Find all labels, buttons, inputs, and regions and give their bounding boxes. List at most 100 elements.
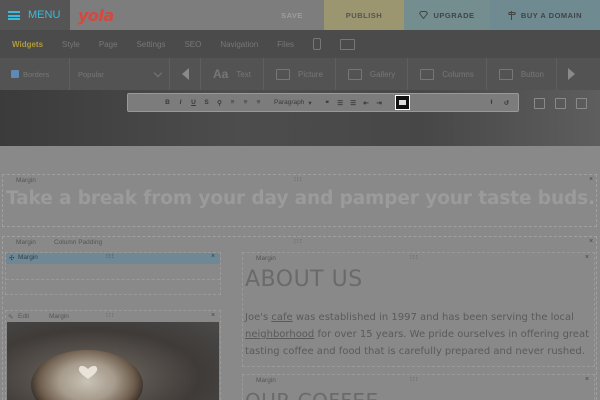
drag-handle-icon[interactable]: ⁝⁝⁝ <box>294 238 303 245</box>
strikethrough-icon[interactable]: S <box>203 99 210 106</box>
yola-logo: yola <box>78 5 114 25</box>
margin-label[interactable]: Margin <box>256 377 276 384</box>
our-coffee-heading[interactable]: OUR COFFEE <box>245 389 379 400</box>
tab-settings[interactable]: Settings <box>137 40 166 49</box>
insert-image-icon[interactable] <box>394 95 410 110</box>
margin-label[interactable]: Margin <box>49 313 69 320</box>
buy-domain-button[interactable]: BUY A DOMAIN <box>490 0 600 30</box>
scroll-right-button[interactable] <box>555 58 586 90</box>
column-padding-label[interactable]: Column Padding <box>54 239 102 246</box>
edit-label[interactable]: Edit <box>18 313 29 320</box>
top-bar: MENU yola SAVE PUBLISH UPGRADE BUY A DOM… <box>0 0 600 30</box>
chevron-down-icon <box>153 68 163 77</box>
widget-text[interactable]: Aa Text <box>200 58 263 90</box>
signpost-icon <box>508 10 516 20</box>
button-icon <box>498 68 513 80</box>
drag-handle-icon[interactable]: ⁝⁝⁝ <box>410 254 419 261</box>
menu-button[interactable]: MENU <box>0 0 70 30</box>
about-text-part: was established in 1997 and has been ser… <box>292 312 574 323</box>
tab-navigation[interactable]: Navigation <box>220 40 258 49</box>
about-heading[interactable]: ABOUT US <box>245 267 363 292</box>
publish-button[interactable]: PUBLISH <box>324 0 404 30</box>
text-aa-icon: Aa <box>213 67 229 81</box>
margin-label[interactable]: Margin <box>16 177 36 184</box>
desktop-monitor-icon[interactable] <box>340 38 356 50</box>
paragraph-label: Paragraph <box>274 99 305 106</box>
widget-category-select[interactable]: Popular <box>70 58 170 90</box>
drag-handle-icon[interactable]: ⁝⁝⁝ <box>294 176 303 183</box>
widget-button[interactable]: Button <box>485 58 556 90</box>
borders-checkbox[interactable] <box>11 70 19 78</box>
clear-format-icon[interactable]: Ɨ <box>488 99 495 107</box>
upgrade-label: UPGRADE <box>433 10 475 20</box>
coffee-latte-image[interactable] <box>7 322 219 400</box>
logo-area: yola <box>70 0 260 30</box>
align-right-icon[interactable]: ≡ <box>255 99 262 106</box>
borders-label: Borders <box>23 69 50 79</box>
close-icon[interactable]: × <box>585 254 589 261</box>
about-text-part: Joe's <box>245 312 272 323</box>
underline-icon[interactable]: U <box>190 99 197 106</box>
bullet-list-icon[interactable]: ☰ <box>337 99 344 107</box>
hero-layers-icon[interactable] <box>555 98 566 109</box>
close-icon[interactable]: × <box>585 376 589 383</box>
widget-columns-label: Columns <box>442 69 474 79</box>
tab-files[interactable]: Files <box>277 40 294 49</box>
outdent-icon[interactable]: ⇤ <box>363 99 370 107</box>
menu-label: MENU <box>28 9 61 21</box>
tab-widgets[interactable]: Widgets <box>12 40 43 49</box>
hero-settings-icon[interactable] <box>534 98 545 109</box>
hero-expand-icon[interactable] <box>576 98 587 109</box>
tagline-text[interactable]: Take a break from your day and pamper yo… <box>6 188 595 209</box>
close-icon[interactable]: × <box>589 176 593 183</box>
arrows-icon[interactable]: ✣ <box>9 254 14 262</box>
scroll-left-button[interactable] <box>170 58 200 90</box>
chevron-down-icon: ▾ <box>308 99 312 107</box>
close-icon[interactable]: × <box>211 312 215 319</box>
close-icon[interactable]: × <box>589 238 593 245</box>
borders-toggle[interactable]: Borders <box>0 58 70 90</box>
save-button[interactable]: SAVE <box>260 0 324 30</box>
indent-icon[interactable]: ⇥ <box>376 99 383 107</box>
pencil-icon[interactable]: ✎ <box>8 313 13 321</box>
numbered-list-icon[interactable]: ☰ <box>350 99 357 107</box>
latte-heart-icon <box>78 365 98 379</box>
widget-picture-label: Picture <box>298 69 323 79</box>
undo-icon[interactable]: ↺ <box>503 99 510 107</box>
upgrade-button[interactable]: UPGRADE <box>404 0 490 30</box>
diamond-icon <box>419 11 429 19</box>
widget-picture[interactable]: Picture <box>263 58 335 90</box>
widget-button-label: Button <box>520 69 544 79</box>
italic-icon[interactable]: I <box>177 99 184 106</box>
tab-seo[interactable]: SEO <box>184 40 201 49</box>
close-icon[interactable]: × <box>211 253 215 260</box>
margin-label[interactable]: Margin <box>18 254 38 261</box>
columns-icon <box>420 68 435 80</box>
align-left-icon[interactable]: ≡ <box>229 99 236 106</box>
about-text-cafe: cafe <box>271 312 293 323</box>
tab-style[interactable]: Style <box>62 40 80 49</box>
paragraph-select[interactable]: Paragraph ▾ <box>268 99 318 107</box>
drag-handle-icon[interactable]: ⁝⁝⁝ <box>106 253 115 260</box>
margin-label[interactable]: Margin <box>16 239 36 246</box>
category-value: Popular <box>78 69 104 79</box>
arrow-left-icon <box>181 68 189 80</box>
widget-columns[interactable]: Columns <box>407 58 486 90</box>
hamburger-icon <box>8 10 20 20</box>
main-nav: Widgets Style Page Settings SEO Navigati… <box>0 30 600 58</box>
drag-handle-icon[interactable]: ⁝⁝⁝ <box>106 312 115 319</box>
about-paragraph[interactable]: Joe's cafe was established in 1997 and h… <box>245 309 590 360</box>
link-icon[interactable]: ⚲ <box>216 99 223 107</box>
tab-page[interactable]: Page <box>99 40 118 49</box>
picture-icon <box>276 68 291 80</box>
drag-handle-icon[interactable]: ⁝⁝⁝ <box>410 376 419 383</box>
divider <box>6 279 220 280</box>
quote-icon[interactable]: ❝ <box>324 99 331 107</box>
bold-icon[interactable]: B <box>164 99 171 106</box>
widget-gallery[interactable]: Gallery <box>334 58 407 90</box>
align-center-icon[interactable]: ≡ <box>242 99 249 106</box>
widget-toolbar: Borders Popular Aa Text Picture Gallery … <box>0 58 600 90</box>
margin-label[interactable]: Margin <box>256 255 276 262</box>
widget-gallery-label: Gallery <box>369 69 396 79</box>
mobile-device-icon[interactable] <box>313 38 322 50</box>
